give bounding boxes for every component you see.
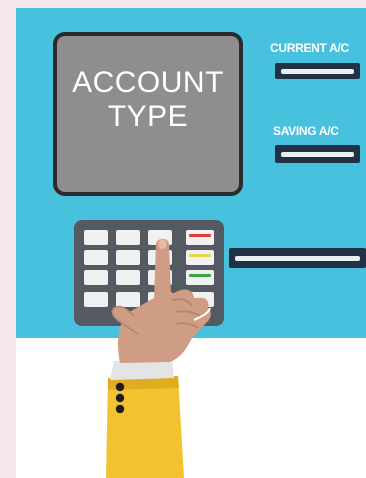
- sleeve-button: [115, 404, 125, 414]
- sleeve: [106, 376, 184, 478]
- pointing-hand-icon: [106, 238, 211, 478]
- sleeve-button: [115, 382, 125, 392]
- atm-illustration: ACCOUNT TYPE CURRENT A/C SAVING A/C: [16, 8, 366, 478]
- sleeve-button: [115, 393, 125, 403]
- hand-palm: [118, 238, 211, 363]
